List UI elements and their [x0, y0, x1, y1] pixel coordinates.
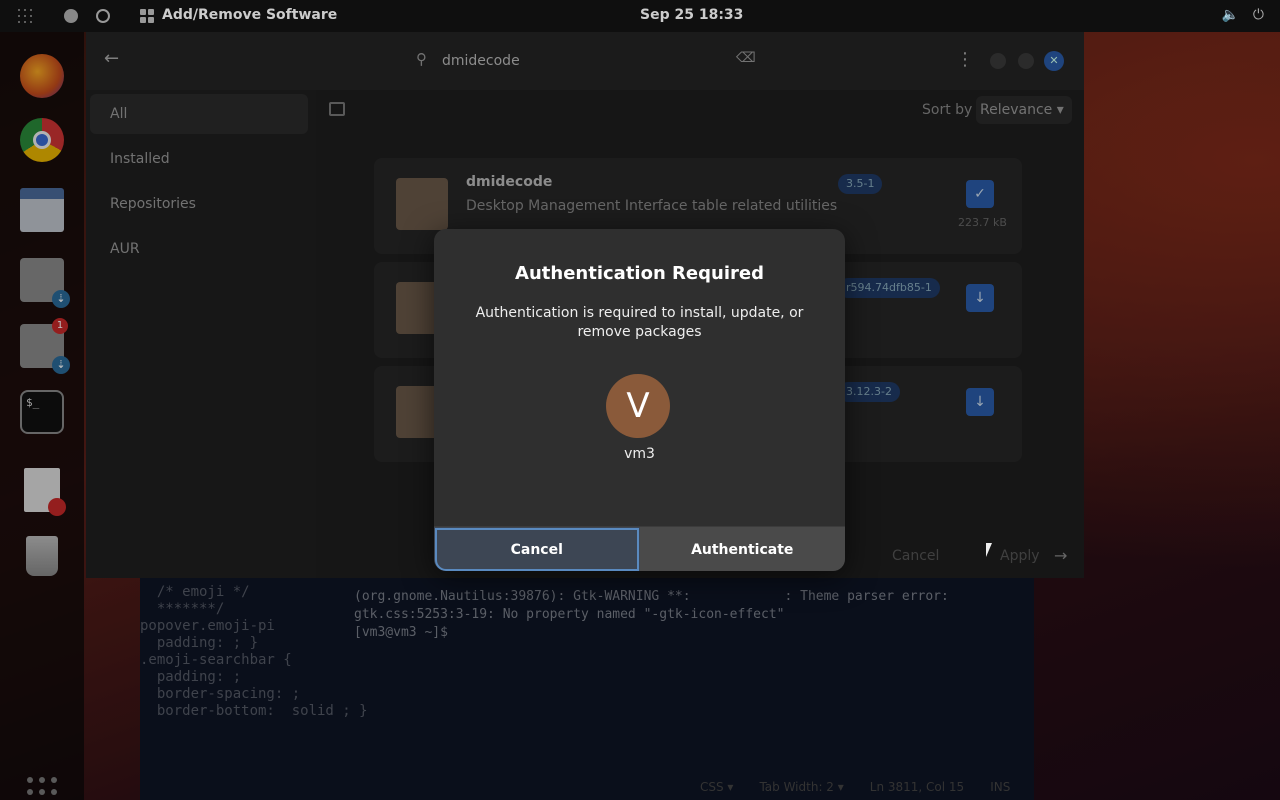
- dialog-actions: Cancel Authenticate: [434, 526, 845, 571]
- authenticate-button[interactable]: Authenticate: [639, 527, 845, 571]
- app-menu-title[interactable]: Add/Remove Software: [162, 7, 337, 23]
- text-editor-icon[interactable]: [24, 468, 66, 516]
- dialog-message: Authentication is required to install, u…: [475, 305, 804, 340]
- sidebar-item-repositories[interactable]: Repositories: [90, 184, 308, 224]
- sidebar: All Installed Repositories AUR: [86, 90, 316, 578]
- dialog-title: Authentication Required: [515, 263, 764, 284]
- dock: ⇣ 1 ⇣ $_: [0, 32, 84, 800]
- username-label: vm3: [624, 446, 655, 462]
- install-button[interactable]: ↓: [966, 284, 994, 312]
- terminal-icon[interactable]: $_: [20, 390, 64, 434]
- footer-apply-button[interactable]: Apply: [1000, 548, 1040, 564]
- power-icon[interactable]: ⏻: [1253, 7, 1264, 23]
- app-menu-icon[interactable]: [140, 9, 154, 23]
- cancel-button[interactable]: Cancel: [434, 527, 640, 571]
- maximize-button[interactable]: [1018, 53, 1034, 69]
- files-icon[interactable]: [20, 188, 64, 232]
- sort-label: Sort by: [922, 102, 973, 118]
- activities-grid-icon[interactable]: [18, 9, 32, 23]
- minimize-button[interactable]: [990, 53, 1006, 69]
- mouse-pointer-icon: [986, 543, 998, 557]
- software-icon[interactable]: ⇣: [20, 258, 70, 308]
- avatar: V: [606, 374, 670, 438]
- trash-icon[interactable]: [26, 536, 58, 576]
- workspace-indicator-icon[interactable]: [96, 9, 110, 23]
- terminal-output[interactable]: (org.gnome.Nautilus:39876): Gtk-WARNING …: [354, 588, 1004, 642]
- code-view: /* emoji */ *******/ popover.emoji-pi pa…: [140, 584, 368, 719]
- cursor-position: Ln 3811, Col 15: [869, 780, 965, 794]
- installed-checkbox[interactable]: ✓: [966, 180, 994, 208]
- package-description: Desktop Management Interface table relat…: [466, 198, 838, 214]
- package-name: dmidecode: [466, 174, 553, 190]
- chrome-icon[interactable]: [20, 118, 64, 162]
- sidebar-toggle-icon[interactable]: [329, 102, 345, 116]
- system-tray[interactable]: 🔈 ⏻: [1221, 7, 1264, 23]
- authentication-dialog: Authentication Required Authentication i…: [434, 229, 845, 571]
- sidebar-item-installed[interactable]: Installed: [90, 139, 308, 179]
- package-icon: [396, 178, 448, 230]
- window-header: ← ⚲ ⌫ ⋮ ✕: [86, 32, 1084, 90]
- editor-window: /* emoji */ *******/ popover.emoji-pi pa…: [140, 578, 1034, 800]
- notification-badge: 1: [52, 318, 68, 334]
- workspace-indicator-icon[interactable]: [64, 9, 78, 23]
- software-update-icon[interactable]: 1 ⇣: [20, 318, 70, 374]
- version-badge: r594.74dfb85-1: [838, 278, 940, 298]
- sidebar-item-all[interactable]: All: [90, 94, 308, 134]
- insert-mode: INS: [990, 780, 1011, 794]
- tab-width-selector[interactable]: Tab Width: 2 ▾: [759, 780, 843, 794]
- package-size: 223.7 kB: [958, 216, 1007, 229]
- volume-icon[interactable]: 🔈: [1221, 7, 1238, 23]
- clock[interactable]: Sep 25 18:33: [640, 7, 743, 23]
- sidebar-item-aur[interactable]: AUR: [90, 229, 308, 269]
- firefox-icon[interactable]: [20, 54, 64, 98]
- back-arrow-icon[interactable]: ←: [104, 48, 119, 69]
- search-icon: ⚲: [416, 50, 427, 68]
- version-badge: 3.5-1: [838, 174, 883, 194]
- sort-dropdown[interactable]: Relevance ▾: [976, 96, 1072, 124]
- next-arrow-icon[interactable]: →: [1054, 546, 1067, 565]
- search-input[interactable]: [442, 48, 742, 74]
- install-button[interactable]: ↓: [966, 388, 994, 416]
- version-badge: 3.12.3-2: [838, 382, 900, 402]
- show-apps-icon[interactable]: [27, 777, 57, 800]
- menu-icon[interactable]: ⋮: [956, 49, 974, 70]
- language-selector[interactable]: CSS ▾: [700, 780, 733, 794]
- footer-cancel-button[interactable]: Cancel: [892, 548, 939, 564]
- clear-search-icon[interactable]: ⌫: [736, 50, 756, 66]
- editor-statusbar: CSS ▾ Tab Width: 2 ▾ Ln 3811, Col 15 INS: [700, 780, 1010, 794]
- close-icon[interactable]: ✕: [1044, 51, 1064, 71]
- top-bar: Add/Remove Software Sep 25 18:33 🔈 ⏻: [0, 0, 1280, 32]
